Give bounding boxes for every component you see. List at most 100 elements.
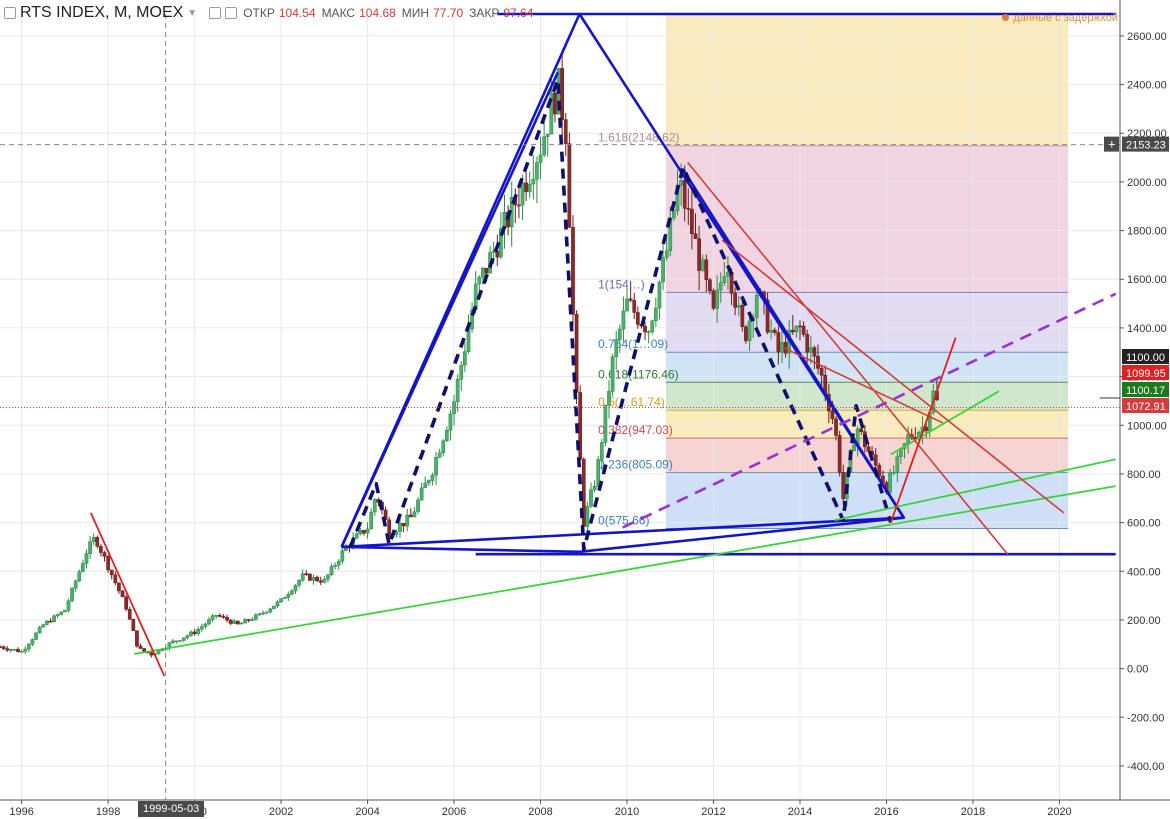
candle-body <box>268 608 273 613</box>
candle-body <box>661 257 665 283</box>
candle-body <box>297 579 301 586</box>
candle-body <box>740 305 745 328</box>
candle-body <box>434 456 438 476</box>
compare-icon[interactable] <box>225 7 238 19</box>
candle-body <box>553 92 557 115</box>
price-label-2: 1099.95 <box>1126 368 1166 380</box>
candle-body <box>405 514 410 527</box>
candle-body <box>607 391 611 406</box>
candle-body <box>304 573 309 575</box>
candle-body <box>859 428 864 432</box>
candle-body <box>776 332 781 353</box>
candle-body <box>275 601 280 607</box>
candle-body <box>617 328 622 340</box>
candle-body <box>520 182 525 206</box>
candle-body <box>358 530 363 535</box>
open-value: 104.54 <box>278 6 316 20</box>
candle-body <box>26 644 31 650</box>
candle-body <box>444 430 449 442</box>
candle-body <box>369 511 374 530</box>
candle-body <box>545 133 550 137</box>
x-tick-label: 2020 <box>1047 806 1071 818</box>
candle-body <box>571 227 575 315</box>
chart-root: 1.618(2148.62) 1(154…) 0.764(1…09) 0.618(11… <box>0 0 1170 819</box>
low-value: 77.70 <box>433 6 464 20</box>
candle-body <box>819 368 824 376</box>
chevron-down-icon[interactable]: ▼ <box>187 8 197 19</box>
symbol-title[interactable]: RTS INDEX, M, MOEX <box>20 4 183 22</box>
candle-body <box>722 276 727 283</box>
candle-body <box>599 442 604 460</box>
candle-body <box>679 180 683 186</box>
high-value: 104.68 <box>359 6 396 20</box>
candle-body <box>654 307 658 322</box>
candle-body <box>225 616 229 621</box>
candle-body <box>217 615 222 617</box>
candle-body <box>700 259 705 271</box>
crosshair-date-label: 1999-05-03 <box>138 801 205 817</box>
candle-body <box>37 626 42 634</box>
candle-body <box>419 487 424 501</box>
candle-body <box>254 614 258 620</box>
candle-body <box>614 339 619 358</box>
chart-header: RTS INDEX, M, MOEX ▼ ОТКР 104.54 МАКС 10… <box>0 0 533 26</box>
candle-body <box>535 162 539 180</box>
candle-body <box>459 364 464 380</box>
candle-body <box>73 580 78 589</box>
candle-body <box>59 611 64 615</box>
candle-body <box>697 238 701 271</box>
candle-body <box>239 622 244 625</box>
candle-body <box>747 320 752 342</box>
candle-body <box>174 640 179 643</box>
candle-body <box>812 347 817 357</box>
candle-body <box>837 435 842 473</box>
candle-body <box>711 290 716 309</box>
y-tick-label: 1800.00 <box>1127 226 1167 238</box>
candle-body <box>88 541 92 554</box>
drawing-base-line <box>341 545 580 554</box>
candle-body <box>455 378 460 402</box>
candle-body <box>138 645 143 649</box>
candle-body <box>830 410 835 420</box>
candle-body <box>466 328 471 352</box>
candle-body <box>257 613 262 616</box>
candle-body <box>308 573 312 581</box>
candle-body <box>286 594 291 599</box>
x-tick-label: 2004 <box>355 806 379 818</box>
fib-level-label: 0.382(947.03) <box>598 423 673 437</box>
y-tick-label: 200.00 <box>1127 615 1161 627</box>
candle-body <box>895 456 900 473</box>
candle-body <box>841 472 846 499</box>
y-tick-label: 2000.00 <box>1127 177 1167 189</box>
candle-body <box>210 615 215 620</box>
candle-body <box>181 637 186 641</box>
candle-body <box>135 630 139 647</box>
candle-body <box>243 619 247 624</box>
candle-body <box>906 434 910 444</box>
candle-body <box>718 282 723 291</box>
settings-icon[interactable] <box>209 7 222 19</box>
x-tick-label: 2012 <box>701 806 725 818</box>
delay-text: данные с задержкой <box>1013 12 1118 24</box>
candle-body <box>102 552 107 557</box>
close-value: 97.64 <box>503 6 534 20</box>
x-tick-label: 2016 <box>874 806 898 818</box>
candle-body <box>365 528 370 534</box>
candle-body <box>708 279 712 292</box>
y-tick-label: -400.00 <box>1127 761 1164 773</box>
candle-body <box>84 553 89 564</box>
candle-body <box>888 472 892 493</box>
delay-notice: данные с задержкой <box>1002 12 1118 24</box>
fib-top-band <box>665 14 1069 146</box>
candle-body <box>52 615 56 623</box>
candle-body <box>120 590 125 598</box>
candle-body <box>41 624 46 628</box>
candle-body <box>192 631 197 635</box>
candle-body <box>463 351 467 366</box>
collapse-icon[interactable] <box>4 7 16 19</box>
candle-body <box>19 651 24 653</box>
candle-body <box>196 629 201 635</box>
price-chart[interactable]: 1.618(2148.62) 1(154…) 0.764(1…09) 0.618(11… <box>0 0 1170 819</box>
candle-body <box>560 68 565 120</box>
candle-body <box>585 505 590 527</box>
